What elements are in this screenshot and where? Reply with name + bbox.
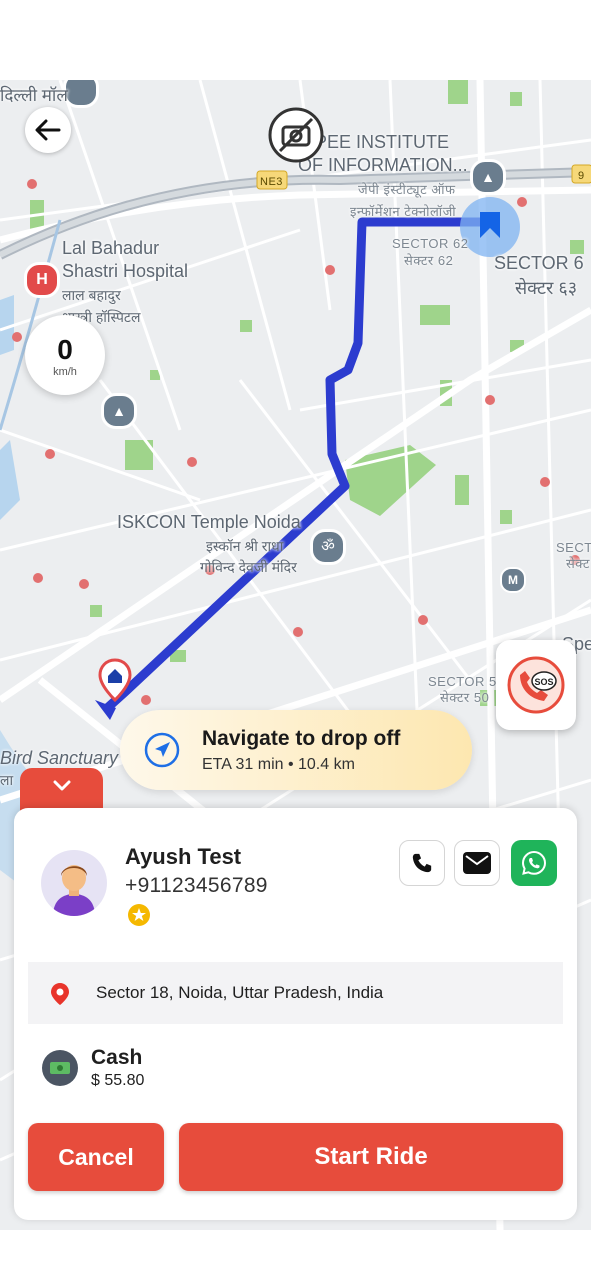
map-label-sector-right-hi: सेक्ट	[566, 556, 590, 571]
cancel-button[interactable]: Cancel	[28, 1123, 164, 1191]
status-bar	[0, 0, 591, 80]
payment-method: Cash	[91, 1046, 143, 1069]
navigation-arrow-icon	[144, 732, 180, 768]
sos-icon: SOS	[507, 656, 565, 714]
navigate-eta: ETA 31 min • 10.4 km	[202, 756, 355, 773]
home-pin-icon[interactable]	[98, 658, 132, 702]
whatsapp-icon	[521, 850, 547, 875]
call-button[interactable]	[399, 840, 445, 886]
map-label-bird-hi: ला	[0, 772, 14, 788]
sos-label: SOS	[534, 677, 553, 687]
speedometer: 0 km/h	[25, 315, 105, 395]
map-label-hospital-2: Shastri Hospital	[62, 261, 189, 281]
map-label-bird-sanctuary: Bird Sanctuary	[0, 748, 119, 768]
fare-amount: $ 55.80	[91, 1072, 145, 1089]
rider-name: Ayush Test	[125, 844, 242, 869]
education-icon[interactable]: ▲	[101, 393, 137, 429]
map-label-jaypee-hi-2: इन्फॉर्मेशन टेक्नोलॉजी	[350, 204, 457, 219]
map-label-iskcon-hi-2: गोविन्द देवजी मंदिर	[200, 559, 297, 575]
start-ride-button[interactable]: Start Ride	[179, 1123, 563, 1191]
ride-details-sheet: Ayush Test +91123456789 Sector 18, Noida…	[14, 808, 577, 1220]
whatsapp-button[interactable]	[511, 840, 557, 886]
education-icon[interactable]	[63, 80, 99, 108]
map-label-sector62-hi: सेक्टर 62	[404, 253, 454, 268]
back-arrow-icon	[35, 119, 61, 141]
chevron-down-icon	[53, 780, 70, 791]
dropoff-address: Sector 18, Noida, Uttar Pradesh, India	[96, 983, 384, 1002]
map-label-iskcon: ISKCON Temple Noida	[117, 512, 301, 532]
camera-off-icon	[268, 107, 324, 163]
sos-button[interactable]: SOS	[496, 640, 576, 730]
speed-unit: km/h	[53, 366, 77, 378]
metro-icon[interactable]: M	[500, 567, 526, 593]
map-label-iskcon-hi: इस्कॉन श्री राधा	[206, 538, 284, 554]
map-label-sector63: SECTOR 6	[494, 253, 584, 273]
mail-icon	[463, 852, 491, 874]
dropoff-address-row: Sector 18, Noida, Uttar Pradesh, India	[28, 962, 563, 1024]
camera-off-button[interactable]	[268, 107, 324, 163]
speed-value: 0	[57, 334, 73, 365]
map-label-jaypee: YPEE INSTITUTE	[303, 132, 450, 152]
phone-icon	[412, 853, 432, 873]
map-label-sector50-hi: सेक्टर 50	[440, 690, 490, 705]
map-label-sector63-hi: सेक्टर ६३	[515, 278, 578, 298]
temple-icon[interactable]: ॐ	[310, 529, 346, 565]
avatar	[41, 850, 107, 916]
star-icon	[128, 904, 150, 926]
map-label-mall: दिल्ली मॉल	[0, 86, 68, 105]
map-label-jaypee-hi: जेपी इंस्टीट्यूट ऑफ	[358, 182, 456, 197]
navigate-title: Navigate to drop off	[202, 727, 401, 750]
map-label-hospital: Lal Bahadur	[62, 238, 160, 258]
location-pin-icon	[51, 983, 69, 1005]
message-button[interactable]	[454, 840, 500, 886]
back-button[interactable]	[25, 107, 71, 153]
bottom-safe-area	[0, 1230, 591, 1280]
highway-shield-ne3: NE3	[260, 176, 283, 188]
driver-app-screen: ▲ ▲ H ॐ M दिल्ली मॉल YPEE INSTITUTE OF I…	[0, 0, 591, 1280]
education-icon[interactable]: ▲	[470, 159, 506, 195]
highway-shield-9: 9	[578, 170, 585, 182]
hospital-icon[interactable]: H	[24, 262, 60, 298]
navigate-to-dropoff-banner[interactable]: Navigate to drop off ETA 31 min • 10.4 k…	[120, 710, 472, 790]
map-label-hospital-hi: लाल बहादुर	[62, 287, 121, 303]
cash-icon	[42, 1050, 78, 1086]
rider-phone: +91123456789	[125, 874, 268, 897]
